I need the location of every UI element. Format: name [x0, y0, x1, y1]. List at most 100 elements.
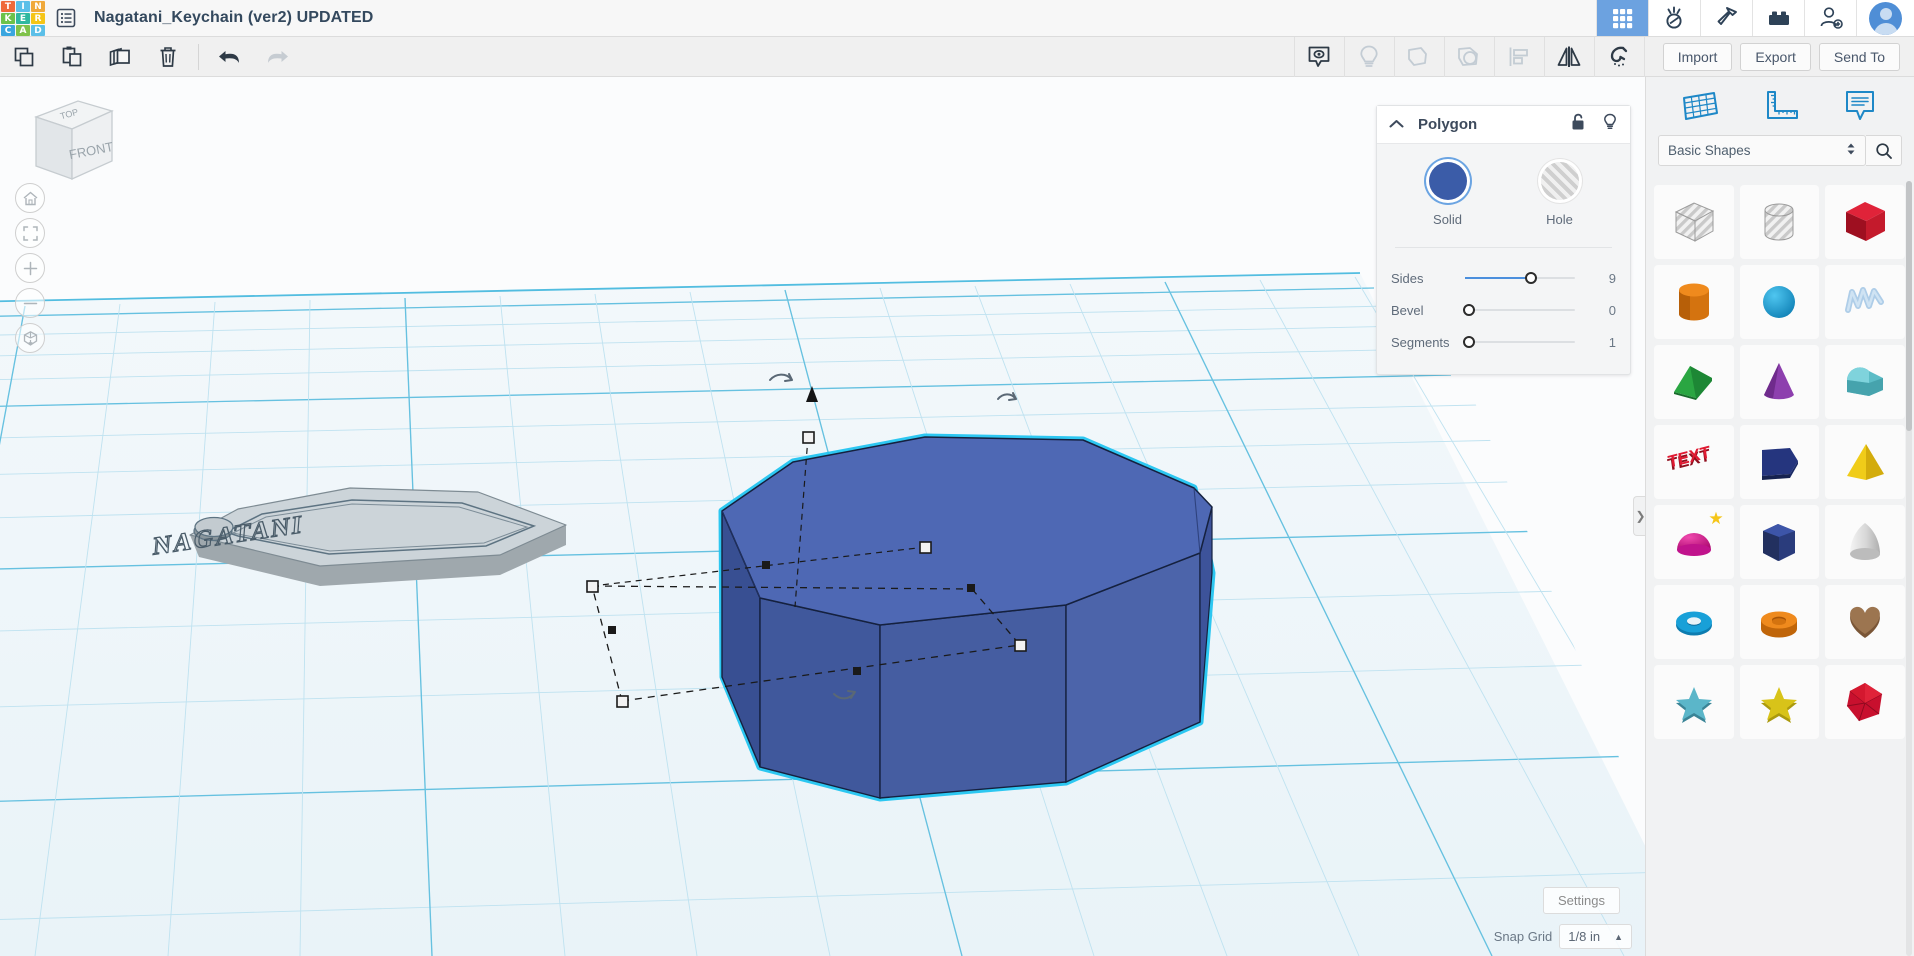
- midpoint-handle-front[interactable]: [853, 667, 861, 675]
- shape-cylinder-hole[interactable]: [1739, 185, 1820, 259]
- group-button[interactable]: [1393, 36, 1444, 77]
- shapes-scrollbar-thumb[interactable]: [1906, 181, 1912, 431]
- paste-button[interactable]: [48, 37, 96, 77]
- zoom-in-button[interactable]: [15, 253, 45, 283]
- shape-cylinder[interactable]: [1654, 265, 1734, 339]
- shape-tube[interactable]: [1739, 585, 1820, 659]
- top-bar-right-nav: [1566, 0, 1914, 36]
- shape-search-button[interactable]: [1866, 135, 1902, 166]
- toolbar: Import Export Send To: [0, 36, 1914, 77]
- hole-mode-option[interactable]: Hole: [1530, 162, 1590, 227]
- import-button[interactable]: Import: [1662, 42, 1733, 71]
- solid-mode-option[interactable]: Solid: [1418, 162, 1478, 227]
- document-title[interactable]: Nagatani_Keychain (ver2) UPDATED: [86, 0, 373, 36]
- main-menu-button[interactable]: [46, 0, 86, 36]
- note-bubble-icon: [1846, 91, 1874, 120]
- mirror-button[interactable]: [1543, 36, 1594, 77]
- sides-slider[interactable]: [1465, 270, 1575, 286]
- logo-tile-c: C: [1, 25, 15, 36]
- lessons-button[interactable]: [1752, 0, 1804, 36]
- redo-button[interactable]: [253, 37, 301, 77]
- corner-handle-right[interactable]: [1014, 639, 1027, 652]
- ruler-tool-button[interactable]: [1753, 84, 1807, 128]
- send-to-button[interactable]: Send To: [1818, 42, 1900, 71]
- plus-icon: [23, 261, 37, 275]
- visibility-toggle-button[interactable]: [1602, 113, 1618, 137]
- perspective-toggle-button[interactable]: [15, 323, 45, 353]
- align-icon: [1509, 47, 1529, 66]
- collapse-panel-button[interactable]: [1389, 116, 1404, 134]
- shape-cone[interactable]: [1739, 345, 1820, 419]
- midpoint-handle-center[interactable]: [762, 561, 770, 569]
- logo-tile-t: T: [1, 1, 15, 12]
- user-avatar-button[interactable]: [1856, 0, 1914, 36]
- lightbulb-button[interactable]: [1343, 36, 1394, 77]
- shape-extrusion[interactable]: [1739, 425, 1820, 499]
- tinkercad-logo[interactable]: TIN KER CAD: [0, 0, 46, 37]
- fit-view-button[interactable]: [15, 218, 45, 248]
- corner-handle-front[interactable]: [616, 695, 629, 708]
- shape-text[interactable]: TEXT TEXT: [1654, 425, 1734, 499]
- designs-grid-button[interactable]: [1596, 0, 1648, 36]
- corner-handle-left[interactable]: [586, 580, 599, 593]
- duplicate-button[interactable]: [96, 37, 144, 77]
- midpoint-handle-back[interactable]: [967, 584, 975, 592]
- shape-polyhedron[interactable]: [1825, 665, 1905, 739]
- shape-box-hole[interactable]: [1654, 185, 1734, 259]
- height-handle[interactable]: [802, 431, 815, 444]
- segments-knob[interactable]: [1463, 336, 1475, 348]
- settings-button[interactable]: Settings: [1543, 887, 1620, 914]
- workplane-tool-button[interactable]: [1673, 84, 1727, 128]
- properties-body: Solid Hole Sides 9 Bevel 0 Segments 1: [1377, 144, 1630, 374]
- properties-divider: [1395, 247, 1612, 248]
- lock-toggle-button[interactable]: [1570, 113, 1586, 136]
- invite-button[interactable]: [1804, 0, 1856, 36]
- redo-arrow-icon: [267, 50, 288, 63]
- snap-grid-select[interactable]: 1/8 in ▲: [1559, 924, 1632, 949]
- shape-pyramid[interactable]: [1825, 425, 1905, 499]
- segments-label: Segments: [1391, 334, 1450, 350]
- codeblocks-button[interactable]: [1700, 0, 1752, 36]
- radius-handle[interactable]: [919, 541, 932, 554]
- undo-button[interactable]: [205, 37, 253, 77]
- shape-box[interactable]: [1825, 185, 1905, 259]
- note-tool-button[interactable]: [1833, 84, 1887, 128]
- shape-heart[interactable]: [1825, 585, 1905, 659]
- segments-slider[interactable]: [1463, 334, 1575, 350]
- ungroup-button[interactable]: [1443, 36, 1494, 77]
- shapes-scrollbar[interactable]: [1906, 181, 1912, 956]
- sides-knob[interactable]: [1525, 272, 1537, 284]
- chevron-up-icon: ▲: [1614, 931, 1623, 942]
- export-button[interactable]: Export: [1740, 42, 1811, 71]
- bevel-slider[interactable]: [1463, 302, 1575, 318]
- circuits-button[interactable]: [1648, 0, 1700, 36]
- shape-scribble[interactable]: [1825, 265, 1905, 339]
- shape-roof[interactable]: [1825, 345, 1905, 419]
- sides-fill: [1465, 277, 1531, 279]
- shape-half-sphere[interactable]: ★: [1654, 505, 1734, 579]
- shape-polygon[interactable]: [1739, 505, 1820, 579]
- delete-button[interactable]: [144, 37, 192, 77]
- bevel-knob[interactable]: [1463, 304, 1475, 316]
- shape-category-select[interactable]: Basic Shapes: [1658, 135, 1866, 166]
- shape-torus[interactable]: [1654, 585, 1734, 659]
- home-view-button[interactable]: [15, 183, 45, 213]
- shape-wedge[interactable]: [1654, 345, 1734, 419]
- shape-sphere[interactable]: [1739, 265, 1820, 339]
- shape-star-teal[interactable]: [1654, 665, 1734, 739]
- zoom-out-button[interactable]: [15, 288, 45, 318]
- align-button[interactable]: [1493, 36, 1544, 77]
- magnet-icon: [1611, 46, 1628, 66]
- properties-title: Polygon: [1418, 116, 1478, 133]
- shape-paraboloid[interactable]: [1825, 505, 1905, 579]
- notes-button[interactable]: [1293, 36, 1344, 77]
- chevron-updown-icon: [1846, 142, 1856, 159]
- copy-button[interactable]: [0, 37, 48, 77]
- midpoint-handle-left[interactable]: [608, 626, 616, 634]
- snap-magnet-button[interactable]: [1593, 36, 1644, 77]
- topbar-spacer: [1566, 0, 1596, 36]
- ortho-cube-icon: [23, 330, 37, 346]
- avatar: [1869, 1, 1902, 35]
- shape-star-yellow[interactable]: [1739, 665, 1820, 739]
- ungroup-shapes-icon: [1458, 46, 1479, 66]
